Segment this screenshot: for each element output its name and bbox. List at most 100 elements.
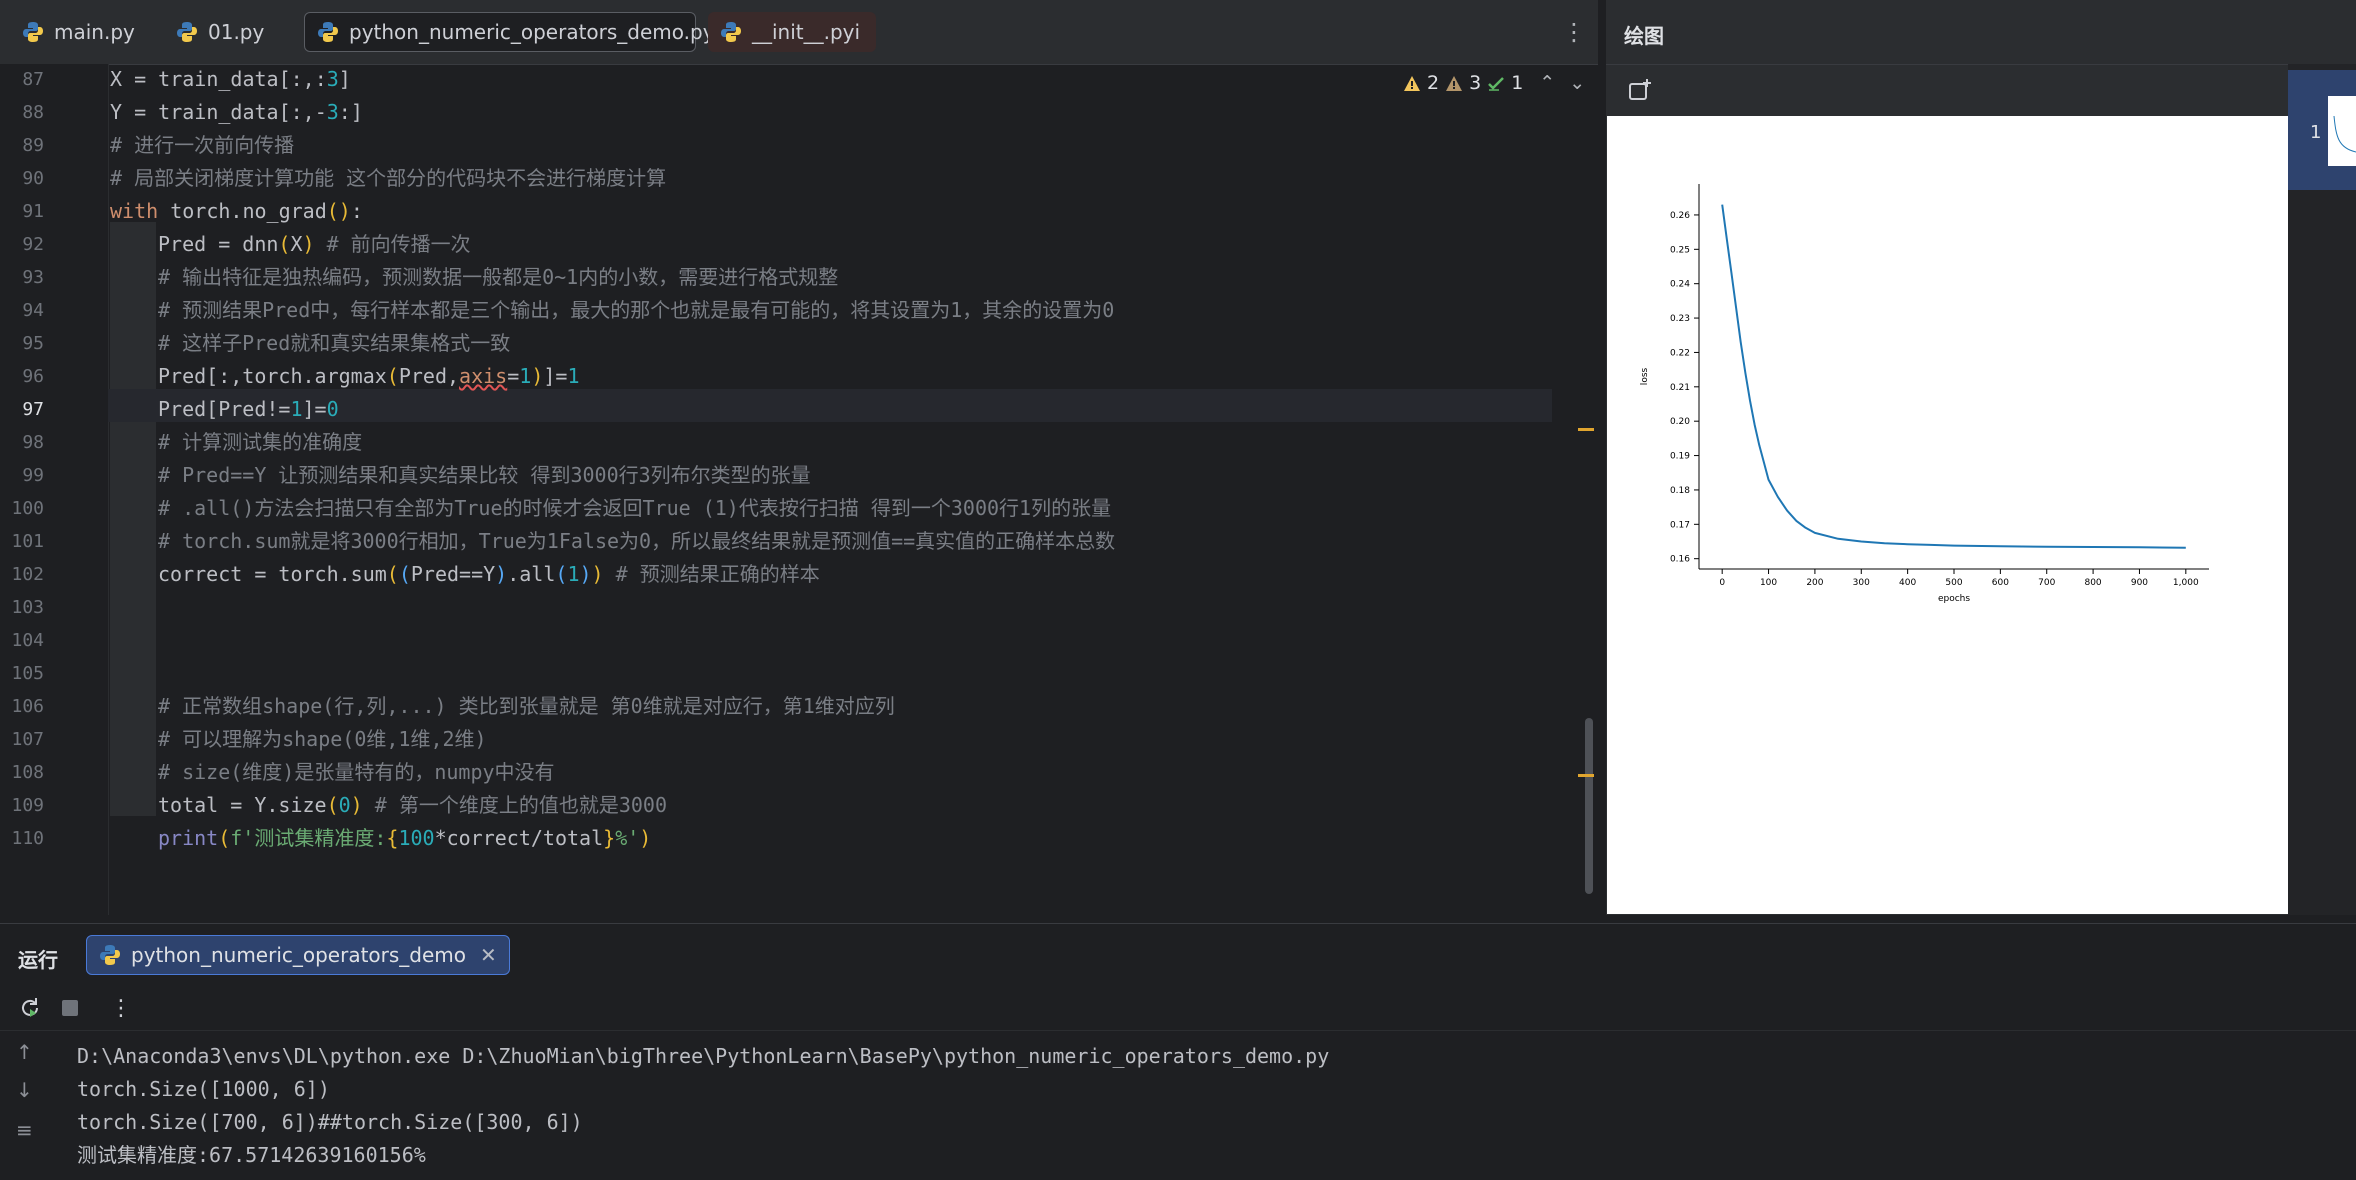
x-tick-label: 600 — [1992, 578, 2009, 588]
code-line-88: Y = train_data[:,-3:] — [110, 100, 363, 124]
x-tick-label: 1,000 — [2173, 578, 2199, 588]
run-config-tab[interactable]: python_numeric_operators_demo ✕ — [86, 935, 510, 975]
kebab-menu-icon[interactable]: ⋮ — [110, 996, 134, 1021]
line-number-90: 90 — [22, 168, 44, 189]
plot-canvas[interactable]: 0 100 200 300 400 500 600 700 800 900 1,000 0.16 0.1… — [1607, 116, 2289, 914]
line-number-103: 103 — [11, 597, 44, 618]
y-tick-label: 0.20 — [1670, 417, 1690, 427]
code-line-99: # Pred==Y 让预测结果和真实结果比较 得到3000行3列布尔类型的张量 — [158, 463, 811, 487]
plot-thumbnail-selected[interactable]: 1 — [2288, 70, 2356, 190]
x-tick-label: 0 — [1719, 578, 1725, 588]
code-line-105: # 正常数组shape(行,列,...) 类比到张量就是 第0维就是对应行，第1… — [158, 694, 895, 718]
y-tick-label: 0.18 — [1670, 486, 1690, 496]
kebab-menu-icon[interactable]: ⋮ — [1562, 18, 1586, 46]
line-number-87: 87 — [22, 69, 44, 90]
line-number-88: 88 — [22, 102, 44, 123]
line-number-96: 96 — [22, 366, 44, 387]
code-line-89: # 进行一次前向传播 — [110, 133, 295, 157]
line-number-102: 102 — [11, 564, 44, 585]
tab-init-pyi[interactable]: __init__.pyi — [708, 12, 876, 52]
warning-marker[interactable] — [1578, 428, 1594, 431]
tab-python-numeric-operators-demo[interactable]: python_numeric_operators_demo.py ✕ — [304, 12, 743, 52]
y-tick-label: 0.23 — [1670, 314, 1690, 324]
tab-main-py[interactable]: main.py — [10, 12, 135, 52]
run-toolbar: ⋮ — [0, 986, 2356, 1031]
y-tick-label: 0.19 — [1670, 452, 1690, 462]
y-tick-label: 0.24 — [1670, 280, 1690, 290]
console-output-line: torch.Size([1000, 6]) — [77, 1077, 330, 1101]
y-tick-label: 0.22 — [1670, 348, 1690, 358]
typo-count: 1 — [1511, 72, 1524, 94]
x-tick-label: 100 — [1760, 578, 1777, 588]
y-axis-label: loss — [1640, 367, 1650, 385]
run-panel-title: 运行 — [18, 948, 58, 972]
console-output-line: 测试集精准度:67.57142639160156% — [77, 1143, 426, 1167]
loss-line-chart: 0 100 200 300 400 500 600 700 800 900 1,000 0.16 0.1… — [1640, 184, 2209, 604]
code-line-91: with torch.no_grad(): — [110, 199, 363, 223]
rerun-icon[interactable] — [18, 996, 42, 1020]
divider — [1606, 64, 2356, 65]
code-line-87: X = train_data[:,:3] — [110, 67, 351, 91]
x-axis-label: epochs — [1938, 594, 1970, 604]
arrow-down-icon[interactable]: ↓ — [16, 1078, 40, 1102]
stop-icon[interactable] — [58, 996, 82, 1020]
code-line-97: Pred[Pred!=1]=0 — [158, 397, 339, 421]
code-line-106: # 可以理解为shape(0维,1维,2维) — [158, 727, 487, 751]
python-file-icon — [177, 22, 197, 42]
code-area[interactable]: X = train_data[:,:3] Y = train_data[:,-3… — [110, 64, 1550, 915]
line-number-109: 109 — [11, 795, 44, 816]
line-number-107: 107 — [11, 729, 44, 750]
run-config-label: python_numeric_operators_demo — [131, 943, 467, 967]
run-tool-window: 运行 python_numeric_operators_demo ✕ ⋮ ↑ ↓… — [0, 923, 2356, 1180]
console-output-line: D:\Anaconda3\envs\DL\python.exe D:\ZhuoM… — [77, 1044, 1330, 1068]
line-number-95: 95 — [22, 333, 44, 354]
y-tick-label: 0.25 — [1670, 245, 1690, 255]
soft-wrap-icon[interactable]: ≡ — [16, 1118, 40, 1142]
line-number-100: 100 — [11, 498, 44, 519]
code-line-94: # 预测结果Pred中，每行样本都是三个输出，最大的那个也就是最有可能的，将其设… — [158, 298, 1115, 322]
thumbnail-index: 1 — [2310, 122, 2322, 143]
run-side-toolbar: ↑ ↓ ≡ — [0, 1030, 56, 1180]
weak-warning-count: 3 — [1469, 72, 1482, 94]
code-line-108: total = Y.size(0) # 第一个维度上的值也就是3000 — [158, 793, 668, 817]
line-number-94: 94 — [22, 300, 44, 321]
line-number-110: 110 — [11, 828, 44, 849]
editor-scrollbar-thumb[interactable] — [1585, 718, 1593, 894]
close-tab-icon[interactable]: ✕ — [480, 943, 497, 967]
line-number-104: 104 — [11, 630, 44, 651]
line-number-gutter: 87 88 89 90 91 92 93 94 95 96 97 98 99 100 101 102 103 10… — [0, 64, 109, 915]
y-tick-label: 0.17 — [1670, 520, 1690, 530]
x-tick-label: 400 — [1899, 578, 1916, 588]
arrow-up-icon[interactable]: ↑ — [16, 1040, 40, 1064]
warning-marker[interactable] — [1578, 774, 1594, 777]
console-output-line: torch.Size([700, 6])##torch.Size([300, 6… — [77, 1110, 583, 1134]
plots-tool-window: 绘图 0 100 200 300 400 500 600 700 800 900 1,000 0.16… — [1606, 0, 2356, 915]
code-line-90: # 局部关闭梯度计算功能 这个部分的代码块不会进行梯度计算 — [110, 166, 667, 190]
x-tick-label: 700 — [2038, 578, 2055, 588]
line-number-91: 91 — [22, 201, 44, 222]
code-line-95: # 这样子Pred就和真实结果集格式一致 — [158, 331, 511, 355]
code-line-96: Pred[:,torch.argmax(Pred,axis=1)]=1 — [158, 364, 580, 388]
y-tick-label: 0.21 — [1670, 383, 1690, 393]
editor-tab-bar: main.py 01.py python_numeric_operators_d… — [0, 0, 1598, 65]
x-tick-label: 900 — [2131, 578, 2148, 588]
code-line-98: # 计算测试集的准确度 — [158, 430, 363, 454]
line-number-105: 105 — [11, 663, 44, 684]
y-tick-label: 0.16 — [1670, 555, 1690, 565]
line-number-92: 92 — [22, 234, 44, 255]
tab-01-py[interactable]: 01.py — [164, 12, 274, 52]
code-line-102: correct = torch.sum((Pred==Y).all(1)) # … — [158, 562, 820, 586]
x-tick-label: 500 — [1945, 578, 1962, 588]
tab-label: __init__.pyi — [752, 20, 861, 44]
open-in-new-window-icon[interactable] — [1628, 78, 1652, 102]
warning-count: 2 — [1427, 72, 1440, 94]
python-file-icon — [721, 22, 741, 42]
tab-label: python_numeric_operators_demo.py — [349, 20, 715, 44]
line-number-97: 97 — [22, 399, 44, 420]
line-number-98: 98 — [22, 432, 44, 453]
tab-label: main.py — [54, 20, 135, 44]
loss-series-line — [1721, 204, 2186, 549]
x-tick-label: 200 — [1806, 578, 1823, 588]
tab-label: 01.py — [208, 20, 265, 44]
editor-panel: main.py 01.py python_numeric_operators_d… — [0, 0, 1598, 915]
